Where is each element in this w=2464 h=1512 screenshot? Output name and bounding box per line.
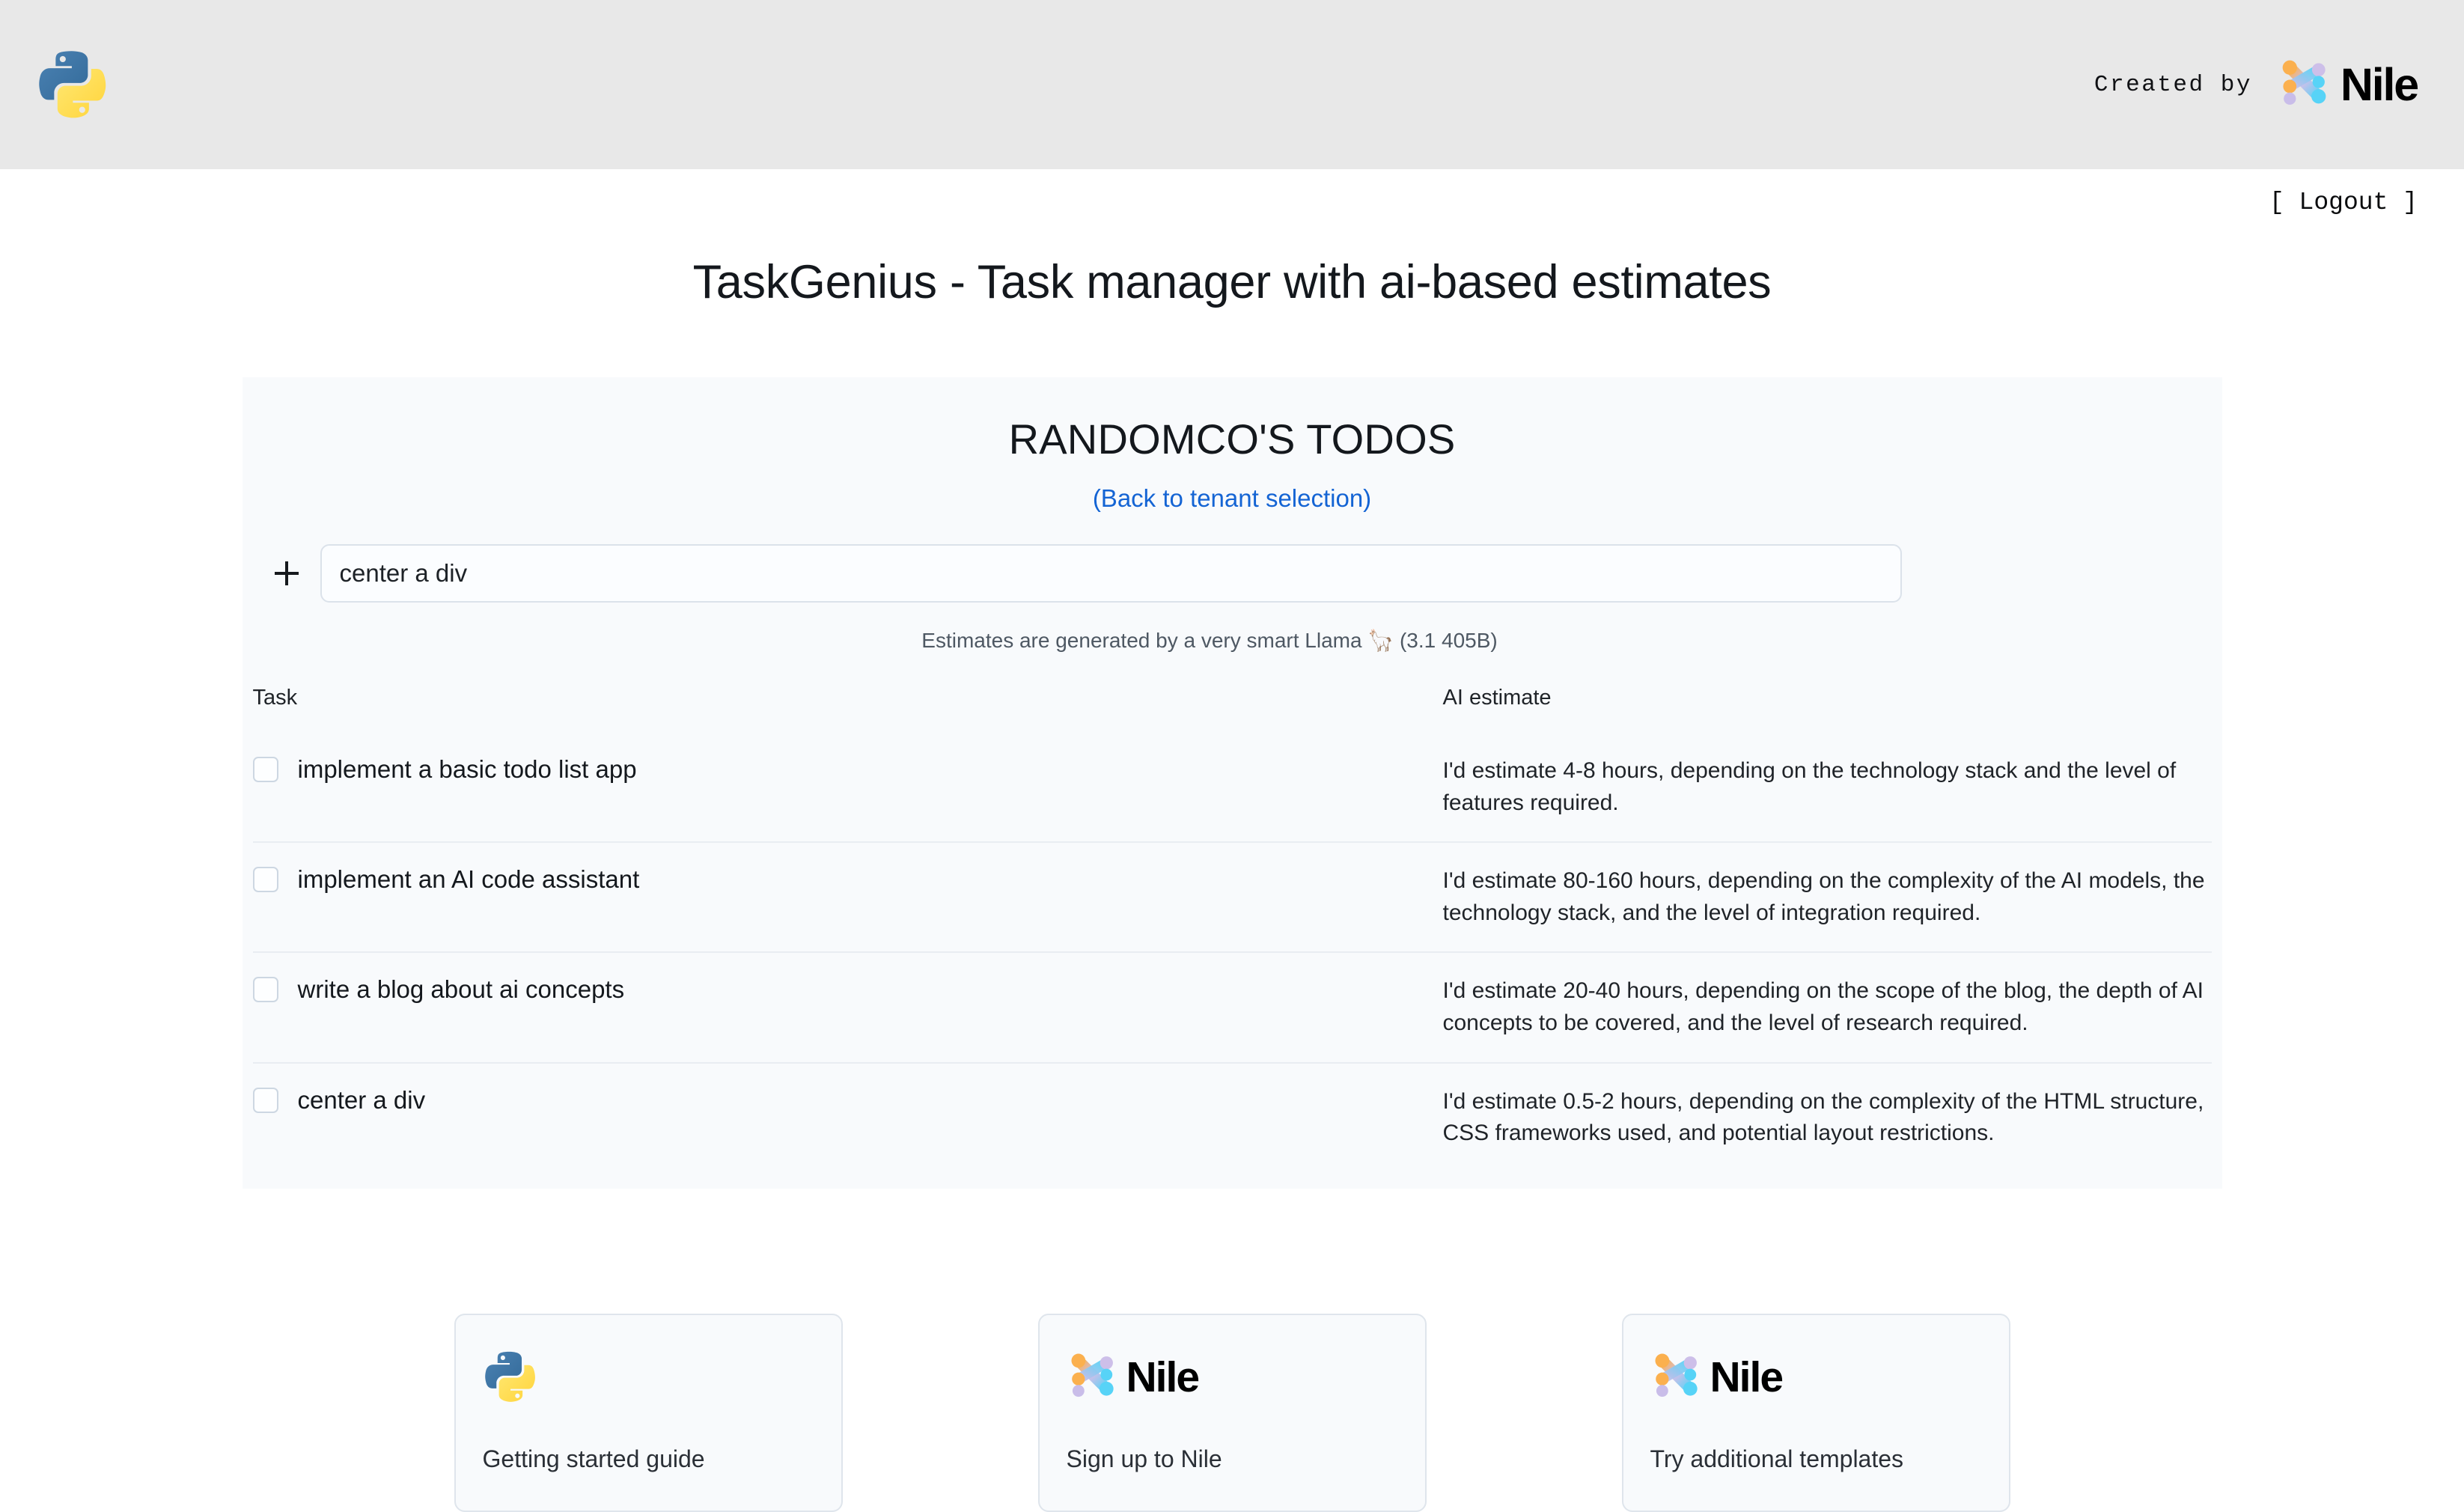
task-label: center a div (297, 1085, 426, 1114)
footer-card-row: Getting started guide Nile Sign up to Ni… (0, 1313, 2464, 1512)
column-header-ai-estimate: AI estimate (1442, 686, 1552, 710)
nile-wordmark: Nile (2340, 58, 2419, 110)
estimate-cell: I'd estimate 20-40 hours, depending on t… (1442, 951, 2212, 1063)
nile-logo-icon (1067, 1349, 1120, 1406)
python-logo-icon (483, 1349, 537, 1406)
python-logo-icon (36, 47, 108, 123)
task-cell: implement an AI code assistant (252, 841, 1443, 953)
task-cell: write a blog about ai concepts (252, 951, 1443, 1063)
top-header-bar: Created by Nile (0, 0, 2464, 169)
footer-card-try-templates[interactable]: Nile Try additional templates (1621, 1313, 2010, 1512)
new-task-input[interactable] (320, 544, 1902, 603)
estimate-cell: I'd estimate 0.5-2 hours, depending on t… (1442, 1061, 2212, 1172)
footer-card-logo: Nile (1067, 1342, 1398, 1414)
estimate-cell: I'd estimate 80-160 hours, depending on … (1442, 841, 2212, 953)
llama-estimate-note: Estimates are generated by a very smart … (921, 629, 1498, 652)
created-by-label: Created by (2094, 71, 2252, 98)
footer-card-logo (483, 1342, 814, 1414)
task-checkbox[interactable] (252, 1087, 278, 1113)
created-by-block: Created by Nile (2094, 55, 2419, 115)
todo-card: RANDOMCO'S TODOS (Back to tenant selecti… (242, 377, 2222, 1189)
nile-logo-icon (2278, 55, 2333, 115)
logout-row: [ Logout ] (0, 169, 2464, 216)
tenant-todos-title: RANDOMCO'S TODOS (1008, 415, 1456, 463)
back-link-row: (Back to tenant selection) (253, 484, 2212, 513)
task-label: write a blog about ai concepts (297, 975, 625, 1004)
task-label: implement an AI code assistant (297, 865, 640, 894)
estimate-text: I'd estimate 0.5-2 hours, depending on t… (1442, 1088, 2204, 1146)
footer-card-label: Try additional templates (1650, 1445, 1904, 1472)
estimate-text: I'd estimate 4-8 hours, depending on the… (1442, 758, 2177, 815)
column-header-task: Task (252, 686, 298, 710)
estimate-text: I'd estimate 20-40 hours, depending on t… (1442, 978, 2204, 1035)
todo-table-header-row: Task AI estimate (253, 686, 2212, 733)
plus-icon[interactable] (269, 556, 304, 591)
estimate-text: I'd estimate 80-160 hours, depending on … (1442, 868, 2205, 925)
task-cell: implement a basic todo list app (252, 733, 1443, 842)
footer-card-label: Getting started guide (482, 1445, 705, 1472)
add-task-row (253, 544, 2212, 603)
footer-card-label: Sign up to Nile (1066, 1445, 1222, 1472)
footer-card-getting-started[interactable]: Getting started guide (454, 1313, 843, 1512)
table-row: implement a basic todo list app I'd esti… (252, 733, 2212, 842)
python-logo-wrap (36, 47, 108, 123)
todo-table: Task AI estimate implement a basic todo … (252, 686, 2212, 1172)
footer-card-signup-nile[interactable]: Nile Sign up to Nile (1037, 1313, 1427, 1512)
table-row: center a div I'd estimate 0.5-2 hours, d… (252, 1061, 2212, 1172)
task-checkbox[interactable] (252, 867, 278, 893)
footer-card-logo: Nile (1650, 1342, 1982, 1414)
page-title: TaskGenius - Task manager with ai-based … (692, 256, 1772, 308)
nile-brand-lockup: Nile (2278, 55, 2419, 115)
task-checkbox[interactable] (252, 977, 278, 1003)
nile-wordmark: Nile (1710, 1353, 1784, 1402)
logout-link[interactable]: [ Logout ] (2269, 189, 2418, 216)
task-checkbox[interactable] (252, 757, 278, 782)
todo-table-head: Task AI estimate (253, 686, 2212, 733)
todo-table-body: implement a basic todo list app I'd esti… (252, 733, 2212, 1172)
task-label: implement a basic todo list app (297, 755, 637, 783)
todo-card-inner: RANDOMCO'S TODOS (Back to tenant selecti… (243, 415, 2222, 1172)
nile-wordmark: Nile (1126, 1353, 1201, 1402)
nile-logo-icon (1650, 1349, 1704, 1406)
task-cell: center a div (252, 1061, 1443, 1172)
table-row: implement an AI code assistant I'd estim… (252, 841, 2212, 953)
table-row: write a blog about ai concepts I'd estim… (252, 951, 2212, 1063)
estimate-cell: I'd estimate 4-8 hours, depending on the… (1443, 733, 2212, 842)
back-to-tenant-selection-link[interactable]: (Back to tenant selection) (1093, 484, 1371, 512)
